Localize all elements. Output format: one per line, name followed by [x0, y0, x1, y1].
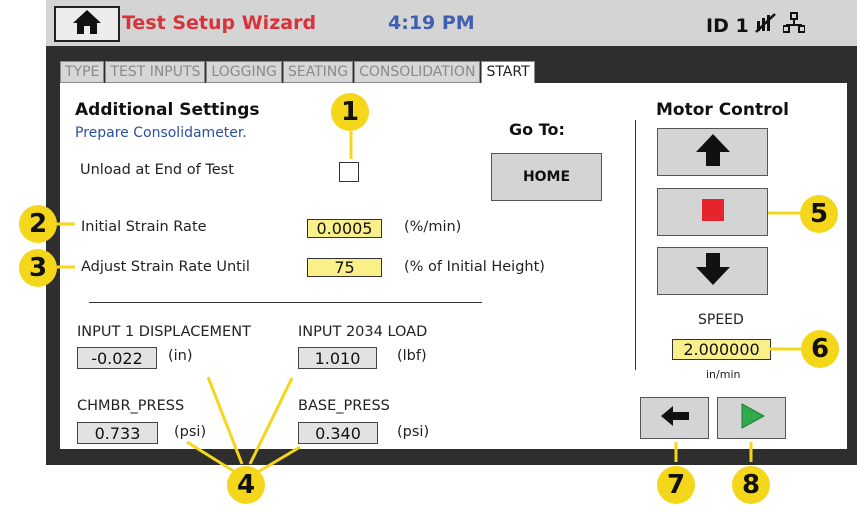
- callout-5: 5: [800, 195, 838, 233]
- callout-7: 7: [657, 466, 695, 504]
- callout-2: 2: [19, 205, 57, 243]
- callout-1: 1: [331, 93, 369, 131]
- callout-3: 3: [19, 249, 57, 287]
- callout-leaders: [57, 131, 802, 474]
- callout-6: 6: [801, 330, 839, 368]
- callout-8: 8: [732, 466, 770, 504]
- callout-4: 4: [227, 466, 265, 504]
